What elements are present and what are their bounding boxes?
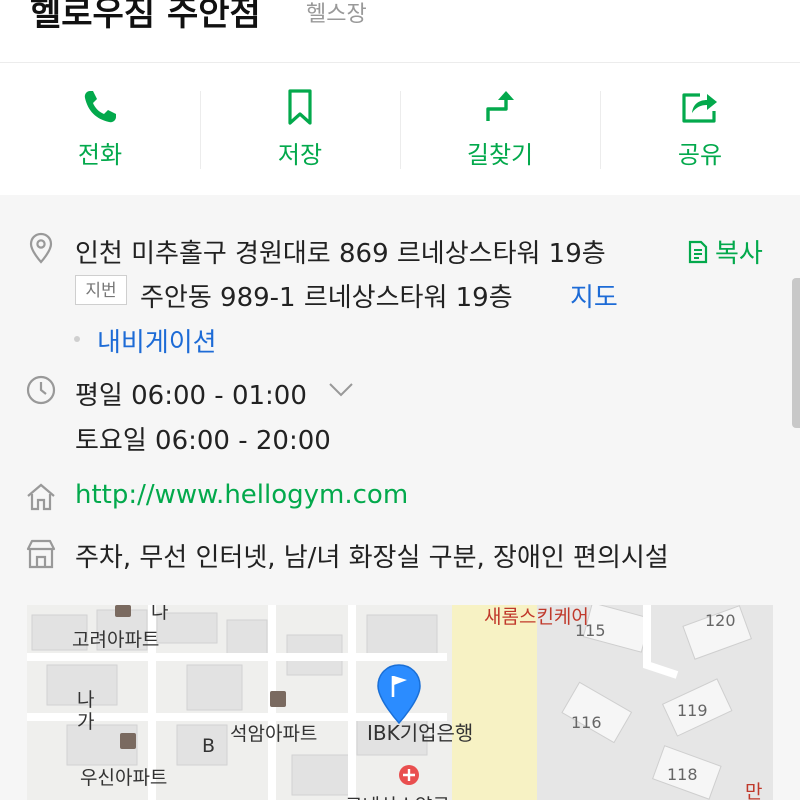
directions-icon (486, 91, 514, 121)
copy-icon (688, 240, 708, 263)
share-label: 공유 (677, 141, 723, 169)
map-label: IBK기업은행 (367, 721, 474, 745)
place-title: 헬로우짐 주안점 (30, 0, 261, 34)
map-label: 만 (745, 781, 763, 800)
call-button[interactable]: 전화 (0, 63, 200, 195)
phone-icon (84, 91, 116, 123)
chevron-down-icon[interactable] (328, 382, 354, 398)
share-icon (682, 93, 717, 123)
map-number: 116 (571, 713, 602, 732)
share-button[interactable]: 공유 (600, 63, 800, 195)
hours-row: 평일 06:00 - 01:00 토요일 06:00 - 20:00 (0, 370, 800, 470)
map-label: 새롬스킨케어 (484, 606, 589, 628)
directions-button[interactable]: 길찾기 (400, 63, 600, 195)
website-row: http://www.hellogym.com (0, 478, 800, 518)
map-number: 119 (677, 701, 708, 720)
directions-label: 길찾기 (466, 141, 534, 169)
jibun-address: 주안동 989-1 르네상스타워 19층 (140, 283, 513, 313)
map-label: B (202, 735, 216, 757)
map-number: 115 (575, 621, 606, 640)
action-bar: 전화 저장 길찾기 공유 (0, 62, 800, 196)
clock-icon (26, 375, 56, 405)
saturday-hours: 토요일 06:00 - 20:00 (75, 426, 331, 456)
store-icon (26, 539, 56, 569)
bullet-dot (74, 336, 80, 342)
location-pin-icon (29, 232, 53, 264)
place-marker-icon (377, 664, 421, 725)
map-label: 석암아파트 (230, 723, 318, 745)
weekday-hours: 평일 06:00 - 01:00 (75, 381, 307, 411)
facilities-row: 주차, 무선 인터넷, 남/녀 화장실 구분, 장애인 편의시설 (0, 535, 800, 575)
copy-address-button[interactable]: 복사 (687, 233, 763, 270)
facilities-text: 주차, 무선 인터넷, 남/녀 화장실 구분, 장애인 편의시설 (75, 543, 669, 573)
call-label: 전화 (77, 141, 123, 169)
address-row: 인천 미추홀구 경원대로 869 르네상스타워 19층 복사 지번 주안동 98… (0, 195, 800, 358)
navigation-link[interactable]: 내비게이션 (97, 322, 217, 359)
scrollbar-thumb[interactable] (792, 278, 800, 428)
bookmark-icon (288, 89, 312, 125)
map-label: 르네상스약국 (345, 791, 450, 800)
map-label: 가 (77, 711, 95, 733)
map-number: 118 (667, 765, 698, 784)
website-link[interactable]: http://www.hellogym.com (75, 480, 408, 510)
map-label: 우신아파트 (80, 767, 168, 789)
place-header: 헬로우짐 주안점 헬스장 (0, 0, 800, 62)
home-icon (27, 483, 55, 511)
map-number: 120 (705, 611, 736, 630)
map-label: 나 (151, 605, 169, 623)
save-label: 저장 (277, 141, 323, 169)
jibun-badge: 지번 (75, 275, 127, 305)
place-info: 인천 미추홀구 경원대로 869 르네상스타워 19층 복사 지번 주안동 98… (0, 195, 800, 800)
place-category: 헬스장 (306, 2, 367, 27)
road-address: 인천 미추홀구 경원대로 869 르네상스타워 19층 (75, 239, 606, 269)
map-thumbnail[interactable]: 나 고려아파트 나 가 석암아파트 IBK기업은행 B 우신아파트 르네상스약국… (27, 605, 773, 800)
save-button[interactable]: 저장 (200, 63, 400, 195)
map-link[interactable]: 지도 (570, 277, 618, 314)
map-label: 고려아파트 (72, 629, 160, 651)
copy-label: 복사 (715, 239, 763, 269)
